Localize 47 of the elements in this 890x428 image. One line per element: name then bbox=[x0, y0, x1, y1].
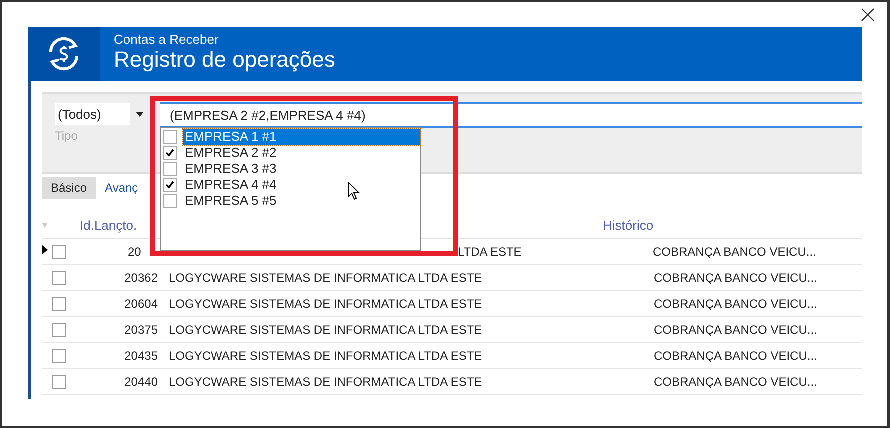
tipo-dropdown[interactable]: (Todos) bbox=[55, 103, 147, 125]
table-cell: LOGYCWARE SISTEMAS DE INFORMATICA LTDA ESTE bbox=[169, 296, 482, 310]
list-item[interactable]: EMPRESA 2 #2 bbox=[183, 145, 420, 161]
cursor-icon bbox=[348, 182, 360, 201]
table-cell: LOGYCWARE SISTEMAS DE INFORMATICA LTDA ESTE bbox=[169, 348, 482, 362]
table-cell: COBRANÇA BANCO VEICU... bbox=[654, 322, 818, 336]
header-title: Registro de operações bbox=[114, 47, 336, 73]
checkbox[interactable] bbox=[163, 194, 177, 208]
tab[interactable]: Básico bbox=[42, 177, 96, 199]
tipo-label: Tipo bbox=[55, 129, 78, 143]
row-checkbox[interactable] bbox=[52, 296, 66, 310]
row-checkbox[interactable] bbox=[52, 270, 66, 284]
table-cell: COBRANÇA BANCO VEICU... bbox=[654, 296, 818, 310]
table-cell: COBRANÇA BANCO VEICU... bbox=[654, 270, 818, 284]
table-cell: COBRANÇA BANCO VEICU... bbox=[654, 374, 818, 388]
tab[interactable]: Avanç bbox=[96, 177, 148, 199]
list-item[interactable]: EMPRESA 1 #1 bbox=[183, 129, 420, 145]
checkbox[interactable] bbox=[163, 178, 177, 192]
table-cell: LOGYCWARE SISTEMAS DE INFORMATICA LTDA ESTE bbox=[169, 322, 482, 336]
list-item[interactable]: EMPRESA 3 #3 bbox=[183, 161, 420, 177]
table-cell: 20435 bbox=[124, 348, 158, 362]
column-header[interactable]: Id.Lançto. bbox=[80, 218, 138, 233]
table-cell: COBRANÇA BANCO VEICU... bbox=[653, 244, 816, 258]
checkbox[interactable] bbox=[163, 130, 177, 144]
checkbox[interactable] bbox=[163, 146, 177, 160]
table-cell: 20440 bbox=[124, 374, 158, 388]
row-checkbox[interactable] bbox=[52, 322, 66, 336]
row-checkbox[interactable] bbox=[52, 374, 66, 388]
table-cell: LOGYCWARE SISTEMAS DE INFORMATICA LTDA ESTE bbox=[169, 270, 482, 284]
filter-icon[interactable] bbox=[42, 223, 48, 228]
list-item[interactable]: EMPRESA 5 #5 bbox=[183, 193, 420, 209]
dropdown-arrow-icon[interactable] bbox=[136, 112, 144, 116]
table-cell: LTDA ESTE bbox=[458, 244, 522, 258]
close-icon[interactable] bbox=[861, 8, 875, 22]
table-cell: 20604 bbox=[124, 296, 158, 310]
table-cell: 20375 bbox=[124, 322, 158, 336]
column-header[interactable]: Histórico bbox=[603, 218, 654, 233]
checkbox[interactable] bbox=[163, 162, 177, 176]
table-cell: LOGYCWARE SISTEMAS DE INFORMATICA LTDA ESTE bbox=[169, 374, 482, 388]
table-cell: 20362 bbox=[124, 270, 158, 284]
row-checkbox[interactable] bbox=[52, 348, 66, 362]
list-item[interactable]: EMPRESA 4 #4 bbox=[183, 177, 420, 193]
table-cell: COBRANÇA BANCO VEICU... bbox=[654, 348, 818, 362]
table-cell: 20 bbox=[128, 244, 142, 258]
empresa-combobox[interactable]: (EMPRESA 2 #2,EMPRESA 4 #4) bbox=[160, 102, 862, 128]
row-checkbox[interactable] bbox=[52, 244, 66, 258]
header-subtitle: Contas a Receber bbox=[114, 33, 220, 47]
